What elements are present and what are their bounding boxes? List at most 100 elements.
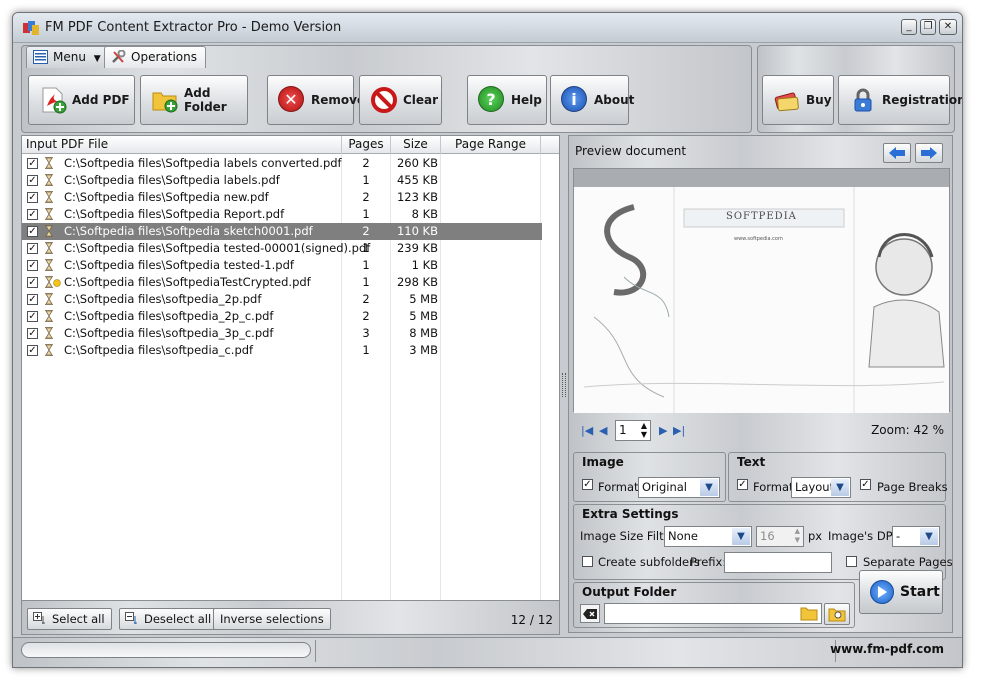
table-row[interactable]: ✓ C:\Softpedia files\Softpedia sketch0001…	[22, 223, 542, 240]
table-row[interactable]: ✓ C:\Softpedia files\Softpedia Report.pdf…	[22, 206, 542, 223]
output-folder-group: Output Folder	[573, 582, 855, 628]
table-row[interactable]: ✓ C:\Softpedia files\Softpedia labels.pdf…	[22, 172, 542, 189]
last-page-icon[interactable]: ▶|	[673, 424, 685, 437]
row-checkbox[interactable]: ✓	[27, 192, 38, 203]
hourglass-icon	[45, 344, 53, 356]
create-subfolders-checkbox[interactable]	[582, 556, 593, 567]
dropdown-arrow-icon[interactable]: ▼	[700, 479, 718, 496]
table-row[interactable]: ✓ C:\Softpedia files\Softpedia tested-000…	[22, 240, 542, 257]
tab-menu-label: Menu	[53, 50, 86, 64]
buy-button[interactable]: Buy	[762, 75, 834, 125]
table-row[interactable]: ✓ C:\Softpedia files\SoftpediaTestCrypted…	[22, 274, 542, 291]
select-all-button[interactable]: Select all	[27, 608, 112, 630]
registration-button[interactable]: Registration	[838, 75, 962, 125]
row-pages: 2	[362, 156, 370, 170]
key-icon	[53, 279, 61, 287]
table-row[interactable]: ✓ C:\Softpedia files\softpedia_2p_c.pdf 2 5…	[22, 308, 542, 325]
row-size: 455 KB	[396, 173, 438, 187]
preview-title: Preview document	[575, 144, 687, 158]
row-file-path: C:\Softpedia files\Softpedia tested-0000…	[64, 241, 371, 255]
row-checkbox[interactable]: ✓	[27, 260, 38, 271]
column-input-file[interactable]: Input PDF File	[22, 136, 342, 154]
clear-output-button[interactable]	[580, 604, 600, 623]
table-row[interactable]: ✓ C:\Softpedia files\softpedia_c.pdf 1 3 MB	[22, 342, 542, 359]
row-checkbox[interactable]: ✓	[27, 311, 38, 322]
add-folder-button[interactable]: Add Folder	[140, 75, 248, 125]
panel-splitter[interactable]	[562, 373, 566, 397]
progress-bar	[21, 642, 311, 658]
tab-operations[interactable]: Operations	[104, 46, 206, 68]
dropdown-arrow-icon[interactable]: ▼	[831, 479, 849, 496]
deselect-all-icon	[125, 612, 137, 624]
table-row[interactable]: ✓ C:\Softpedia files\Softpedia new.pdf 2 12…	[22, 189, 542, 206]
help-button[interactable]: ? Help	[467, 75, 547, 125]
image-format-select[interactable]: Original ▼	[638, 477, 720, 498]
row-size: 260 KB	[396, 156, 438, 170]
text-format-select[interactable]: Layout ▼	[791, 477, 851, 498]
add-pdf-button[interactable]: Add PDF	[28, 75, 135, 125]
prefix-input[interactable]	[724, 552, 832, 573]
spinner-arrows-icon[interactable]: ▲ ▼	[641, 421, 647, 439]
folder-icon	[800, 607, 818, 621]
ribbon-toolbar: Menu ▼ Operations Add PDF Add Folder ✕ R…	[21, 45, 752, 133]
image-group: Image ✓ Format: Original ▼	[573, 452, 726, 502]
inverse-selections-button[interactable]: Inverse selections	[213, 608, 331, 630]
arrow-left-icon	[889, 147, 905, 159]
row-checkbox[interactable]: ✓	[27, 158, 38, 169]
prefix-label: Prefix:	[690, 555, 727, 569]
row-checkbox[interactable]: ✓	[27, 243, 38, 254]
clear-button[interactable]: Clear	[359, 75, 442, 125]
row-checkbox[interactable]: ✓	[27, 175, 38, 186]
table-row[interactable]: ✓ C:\Softpedia files\Softpedia labels con…	[22, 155, 542, 172]
dropdown-arrow-icon[interactable]: ▼	[732, 528, 750, 545]
row-checkbox[interactable]: ✓	[27, 209, 38, 220]
row-size: 298 KB	[396, 275, 438, 289]
close-button[interactable]: ✕	[939, 19, 957, 35]
first-page-icon[interactable]: |◀	[581, 424, 593, 437]
tab-menu[interactable]: Menu ▼	[26, 46, 110, 68]
row-file-path: C:\Softpedia files\Softpedia labels.pdf	[64, 173, 280, 187]
about-button[interactable]: i About	[550, 75, 634, 125]
previous-document-button[interactable]	[883, 143, 911, 163]
row-file-path: C:\Softpedia files\softpedia_2p.pdf	[64, 292, 262, 306]
table-row[interactable]: ✓ C:\Softpedia files\softpedia_3p_c.pdf 3 8…	[22, 325, 542, 342]
image-dpi-select[interactable]: - ▼	[892, 526, 940, 547]
deselect-all-button[interactable]: Deselect all	[119, 608, 219, 630]
table-row[interactable]: ✓ C:\Softpedia files\softpedia_2p.pdf 2 5 M…	[22, 291, 542, 308]
row-checkbox[interactable]: ✓	[27, 294, 38, 305]
column-page-range[interactable]: Page Range	[441, 136, 541, 154]
dropdown-arrow-icon[interactable]: ▼	[920, 528, 938, 545]
row-checkbox[interactable]: ✓	[27, 328, 38, 339]
website-url[interactable]: www.fm-pdf.com	[830, 642, 944, 656]
minimize-button[interactable]: _	[901, 19, 917, 35]
page-number-spinner[interactable]: 1 ▲ ▼	[615, 420, 651, 441]
row-checkbox[interactable]: ✓	[27, 345, 38, 356]
next-document-button[interactable]	[915, 143, 943, 163]
row-checkbox[interactable]: ✓	[27, 277, 38, 288]
title-bar: FM PDF Content Extractor Pro - Demo Vers…	[13, 13, 962, 43]
row-pages: 2	[362, 292, 370, 306]
page-breaks-checkbox[interactable]: ✓	[860, 479, 871, 490]
output-folder-input[interactable]	[604, 603, 822, 624]
status-bar: www.fm-pdf.com	[13, 637, 962, 667]
next-page-icon[interactable]: ▶	[659, 424, 667, 437]
column-size[interactable]: Size	[391, 136, 441, 154]
image-dpi-value: -	[896, 529, 901, 543]
file-list-header: Input PDF File Pages Size Page Range	[22, 136, 559, 154]
remove-button[interactable]: ✕ Remove	[267, 75, 365, 125]
image-enabled-checkbox[interactable]: ✓	[582, 479, 593, 490]
preview-area[interactable]: SOFTPEDIA www.softpedia.com	[573, 168, 950, 413]
image-size-filter-select[interactable]: None ▼	[664, 526, 752, 547]
maximize-button[interactable]: ❐	[920, 19, 936, 35]
browse-folder-button[interactable]	[800, 605, 818, 621]
start-button[interactable]: Start	[859, 570, 943, 614]
text-enabled-checkbox[interactable]: ✓	[737, 479, 748, 490]
column-pages[interactable]: Pages	[342, 136, 391, 154]
open-folder-button[interactable]	[824, 603, 850, 625]
previous-page-icon[interactable]: ◀	[599, 424, 607, 437]
preview-header: Preview document	[573, 140, 948, 163]
hourglass-icon	[45, 327, 53, 339]
table-row[interactable]: ✓ C:\Softpedia files\Softpedia tested-1.p…	[22, 257, 542, 274]
separate-pages-checkbox[interactable]	[846, 556, 857, 567]
row-checkbox[interactable]: ✓	[27, 226, 38, 237]
